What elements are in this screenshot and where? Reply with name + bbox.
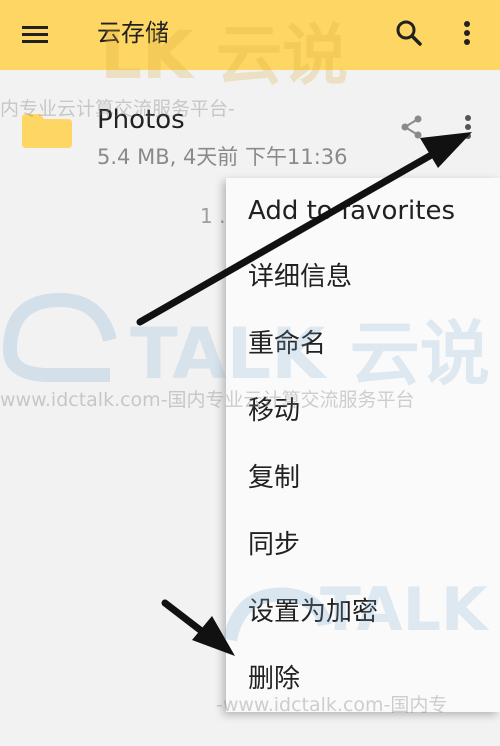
app-bar: 云存储: [0, 0, 500, 70]
menu-item-copy[interactable]: 复制: [226, 445, 500, 511]
menu-item-details[interactable]: 详细信息: [226, 244, 500, 310]
hamburger-menu-icon[interactable]: [20, 20, 50, 50]
partial-text: 1 .: [200, 204, 226, 228]
file-meta: 5.4 MB, 4天前 下午11:36: [97, 145, 348, 169]
share-icon[interactable]: [398, 113, 426, 141]
more-vertical-icon[interactable]: [454, 16, 480, 50]
context-menu: Add to favorites 详细信息 重命名 移动 复制 同步 设置为加密…: [226, 178, 500, 712]
menu-item-rename[interactable]: 重命名: [226, 311, 500, 377]
file-name: Photos: [97, 105, 185, 135]
menu-item-move[interactable]: 移动: [226, 378, 500, 444]
app-title: 云存储: [97, 19, 169, 47]
folder-icon: [22, 114, 72, 148]
more-vertical-icon[interactable]: [456, 110, 480, 144]
search-icon[interactable]: [392, 16, 426, 50]
menu-item-delete[interactable]: 删除: [226, 646, 500, 712]
menu-item-encrypt[interactable]: 设置为加密: [226, 579, 500, 645]
menu-item-sync[interactable]: 同步: [226, 512, 500, 578]
menu-item-add-favorites[interactable]: Add to favorites: [226, 178, 500, 244]
